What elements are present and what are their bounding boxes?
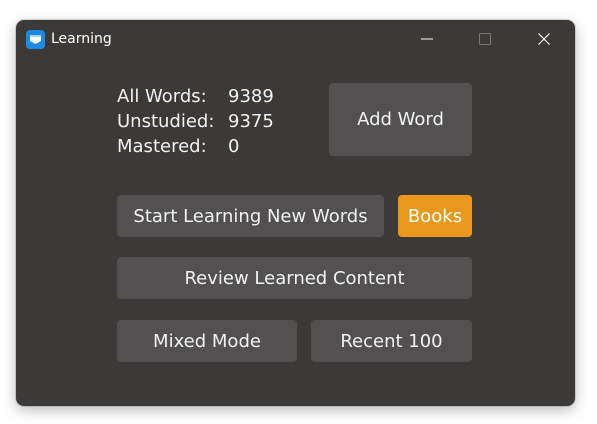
stat-all-words: All Words: 9389	[117, 84, 274, 109]
maximize-icon	[479, 33, 491, 45]
learning-window: Learning All Words: 9389 Unstudied: 9375 M…	[16, 20, 575, 406]
books-button[interactable]: Books	[398, 195, 472, 237]
word-stats: All Words: 9389 Unstudied: 9375 Mastered: 0	[117, 84, 274, 159]
stat-mastered: Mastered: 0	[117, 134, 274, 159]
mixed-mode-button[interactable]: Mixed Mode	[117, 320, 297, 362]
minimize-button[interactable]	[404, 20, 450, 58]
add-word-button[interactable]: Add Word	[329, 83, 472, 156]
review-button[interactable]: Review Learned Content	[117, 257, 472, 299]
app-book-icon	[26, 30, 45, 49]
start-learning-button[interactable]: Start Learning New Words	[117, 195, 384, 237]
all-words-label: All Words:	[117, 86, 207, 107]
maximize-button[interactable]	[462, 20, 508, 58]
recent-100-button[interactable]: Recent 100	[311, 320, 472, 362]
close-button[interactable]	[521, 20, 567, 58]
close-icon	[538, 33, 550, 45]
minimize-icon	[421, 38, 433, 40]
mastered-value: 0	[228, 136, 240, 157]
mastered-label: Mastered:	[117, 136, 207, 157]
unstudied-label: Unstudied:	[117, 111, 215, 132]
unstudied-value: 9375	[228, 111, 274, 132]
all-words-value: 9389	[228, 86, 274, 107]
window-title: Learning	[51, 31, 112, 47]
title-bar[interactable]: Learning	[16, 20, 575, 58]
stat-unstudied: Unstudied: 9375	[117, 109, 274, 134]
